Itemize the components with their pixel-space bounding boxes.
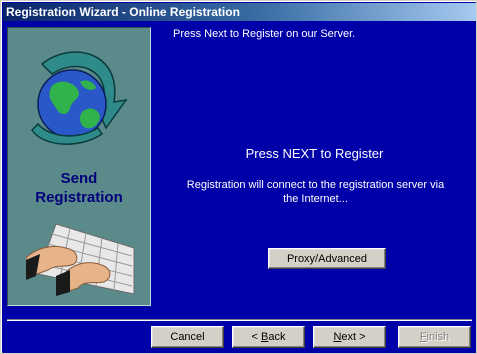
registration-wizard-window: Registration Wizard - Online Registratio… [0,0,477,354]
side-panel: Send Registration [7,27,151,306]
finish-button[interactable]: Finish [398,326,471,348]
back-button[interactable]: < Back [232,326,305,348]
back-label-rest: ack [268,331,286,343]
headline: Press NEXT to Register [245,146,384,161]
side-title-line1: Send [60,170,98,187]
wizard-client-area: Send Registration Press Next to Register… [3,21,476,353]
detail-message: Registration will connect to the registr… [186,179,445,205]
hands-on-keyboard-icon [25,218,138,298]
cancel-button[interactable]: Cancel [151,326,224,348]
back-label-prefix: < [251,331,261,343]
next-button[interactable]: Next > [313,326,386,348]
proxy-advanced-button[interactable]: Proxy/Advanced [268,248,386,269]
finish-mnemonic: F [419,331,427,343]
next-label-rest: ext > [341,331,366,343]
finish-label-rest: inish [426,331,450,343]
side-title-line2: Registration [35,189,123,206]
window-title: Registration Wizard - Online Registratio… [6,5,240,19]
footer-separator [7,319,472,321]
title-bar[interactable]: Registration Wizard - Online Registratio… [3,3,476,21]
top-message: Press Next to Register on our Server. [173,28,356,40]
globe-with-arrow-icon [22,42,132,152]
